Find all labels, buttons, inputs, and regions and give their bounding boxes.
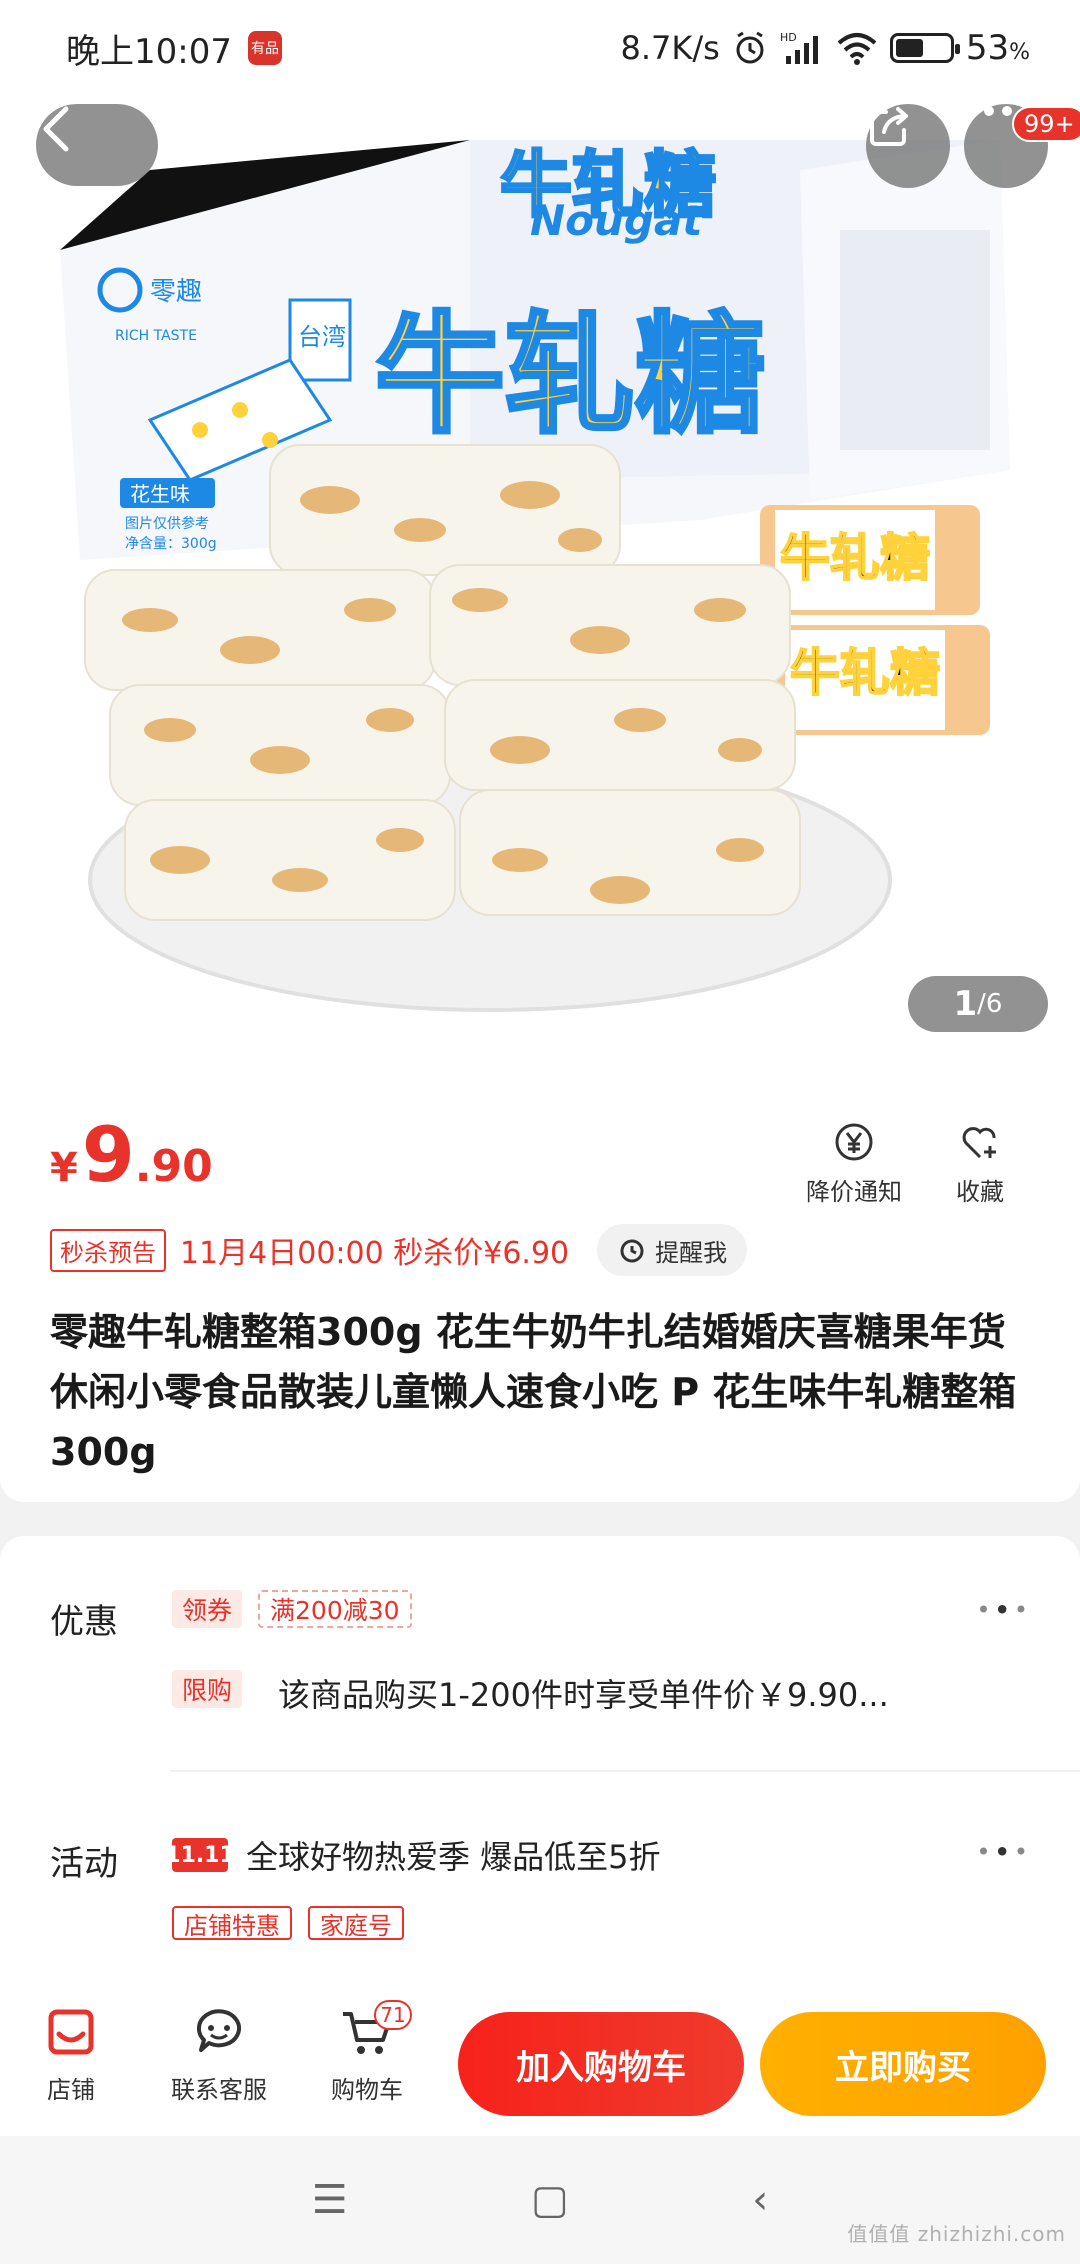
cart-button[interactable]: 购物车 71 — [302, 2000, 432, 2105]
back-button[interactable] — [36, 104, 158, 186]
product-image-carousel[interactable]: 牛轧糖 Nougat 牛轧糖 零趣 RICH TASTE 台湾 花生味 图片仅供… — [0, 0, 1080, 1070]
flash-sale-tag: 秒杀预告 — [50, 1228, 166, 1272]
divider — [170, 1770, 1080, 1772]
image-pager: 1 /6 — [908, 976, 1048, 1032]
activity-row[interactable]: 11.11 全球好物热爱季 爆品低至5折 — [165, 1832, 661, 1878]
menu-icon[interactable]: ☰ — [312, 2177, 348, 2223]
bottom-action-bar: 店铺 联系客服 购物车 71 加入购物车 立即购买 — [0, 1992, 1080, 2136]
watermark: 值值值 zhizhizhi.com — [847, 2222, 1066, 2246]
svg-text:净含量：300g: 净含量：300g — [125, 536, 217, 552]
wifi-icon — [837, 33, 877, 65]
heart-plus-icon — [962, 1127, 996, 1159]
price-currency: ¥ — [50, 1145, 78, 1191]
status-time: 晚上10:07 — [66, 31, 232, 72]
add-to-cart-button[interactable]: 加入购物车 — [458, 2012, 744, 2116]
activity-label: 活动 — [50, 1844, 118, 1884]
shop-label: 店铺 — [47, 2076, 95, 2104]
back-icon[interactable]: ‹ — [752, 2177, 768, 2223]
activity-text: 全球好物热爱季 爆品低至5折 — [246, 1838, 661, 1876]
price-drop-notify-button[interactable]: 降价通知 — [806, 1120, 902, 1207]
limit-row: 限购 — [172, 1670, 243, 1708]
status-bar: 晚上10:07 有品 8.7K/s HD 53% — [0, 0, 1080, 96]
svg-text:HD: HD — [780, 31, 797, 44]
cart-count-badge: 71 — [374, 2000, 412, 2030]
shop-special-tag: 店铺特惠 — [172, 1906, 292, 1940]
home-icon[interactable]: ▢ — [531, 2177, 569, 2223]
pager-current: 1 — [953, 984, 978, 1024]
network-speed: 8.7K/s — [620, 29, 720, 67]
coupon-row[interactable]: 领券 满200减30 — [172, 1590, 412, 1628]
svg-text:台湾: 台湾 — [298, 323, 346, 351]
signal-icon: HD — [780, 31, 818, 64]
svg-text:牛轧糖: 牛轧糖 — [780, 529, 930, 587]
more-dots-icon — [966, 106, 1012, 116]
alarm-icon — [736, 31, 764, 64]
price-decimal: .90 — [134, 1141, 213, 1192]
customer-service-button[interactable]: 联系客服 — [154, 2004, 284, 2105]
battery-percent: 53% — [965, 28, 1030, 68]
family-tag: 家庭号 — [308, 1906, 404, 1940]
alarm-clock-icon — [620, 1239, 644, 1263]
remind-me-button[interactable]: 提醒我 — [597, 1224, 748, 1276]
promotion-card: 优惠 领券 满200减30 ••• 限购 该商品购买1-200件时享受单件价￥9… — [0, 1536, 1080, 2006]
svg-text:RICH TASTE: RICH TASTE — [115, 328, 197, 344]
cart-label: 购物车 — [331, 2076, 403, 2104]
discount-label: 优惠 — [50, 1602, 118, 1642]
pager-total: /6 — [977, 989, 1003, 1019]
limit-text: 该商品购买1-200件时享受单件价￥9.90... — [278, 1676, 889, 1714]
battery-icon — [889, 33, 960, 63]
price-card: ¥ 9 .90 降价通知 收藏 秒杀预告 11月4日00:00 秒杀价¥6.90… — [0, 1070, 1080, 1502]
chevron-left-icon — [43, 106, 69, 152]
message-count-badge: 99+ — [1012, 106, 1080, 142]
product-title: 零趣牛轧糖整箱300g 花生牛奶牛扎结婚婚庆喜糖果年货休闲小零食品散装儿童懒人速… — [50, 1310, 1017, 1474]
shop-button[interactable]: 店铺 — [6, 2004, 136, 2105]
share-button[interactable] — [866, 104, 950, 188]
discount-more-icon[interactable]: ••• — [976, 1596, 1032, 1624]
flash-sale-row: 秒杀预告 11月4日00:00 秒杀价¥6.90 提醒我 — [50, 1224, 748, 1276]
share-icon — [870, 107, 908, 146]
svg-text:牛轧糖: 牛轧糖 — [790, 644, 940, 702]
shop-icon — [48, 2009, 94, 2055]
chat-icon — [197, 2009, 241, 2052]
limit-pill: 限购 — [172, 1670, 243, 1708]
customer-service-label: 联系客服 — [171, 2076, 267, 2104]
double-eleven-badge: 11.11 — [165, 1838, 235, 1872]
activity-more-icon[interactable]: ••• — [976, 1838, 1032, 1866]
price-integer: 9 — [81, 1110, 135, 1199]
activity-tags: 店铺特惠 家庭号 — [172, 1906, 404, 1940]
flash-sale-text: 11月4日00:00 秒杀价¥6.90 — [180, 1236, 570, 1271]
box-brand-name: 零趣 — [150, 277, 202, 307]
svg-text:图片仅供参考: 图片仅供参考 — [125, 515, 209, 532]
remind-me-label: 提醒我 — [655, 1238, 728, 1267]
price: ¥ 9 .90 — [50, 1110, 213, 1199]
buy-now-button[interactable]: 立即购买 — [760, 2012, 1046, 2116]
svg-text:牛轧糖: 牛轧糖 — [375, 299, 765, 451]
coupon-value[interactable]: 满200减30 — [258, 1590, 412, 1628]
favorite-button[interactable]: 收藏 — [956, 1120, 1004, 1207]
favorite-label: 收藏 — [956, 1178, 1004, 1206]
app-notification-icon: 有品 — [247, 31, 282, 65]
svg-text:花生味: 花生味 — [130, 482, 190, 506]
yen-bell-icon — [835, 1123, 873, 1161]
price-drop-notify-label: 降价通知 — [806, 1178, 902, 1206]
box-subtitle-top: Nougat — [530, 196, 704, 245]
get-coupon-pill[interactable]: 领券 — [172, 1590, 243, 1628]
